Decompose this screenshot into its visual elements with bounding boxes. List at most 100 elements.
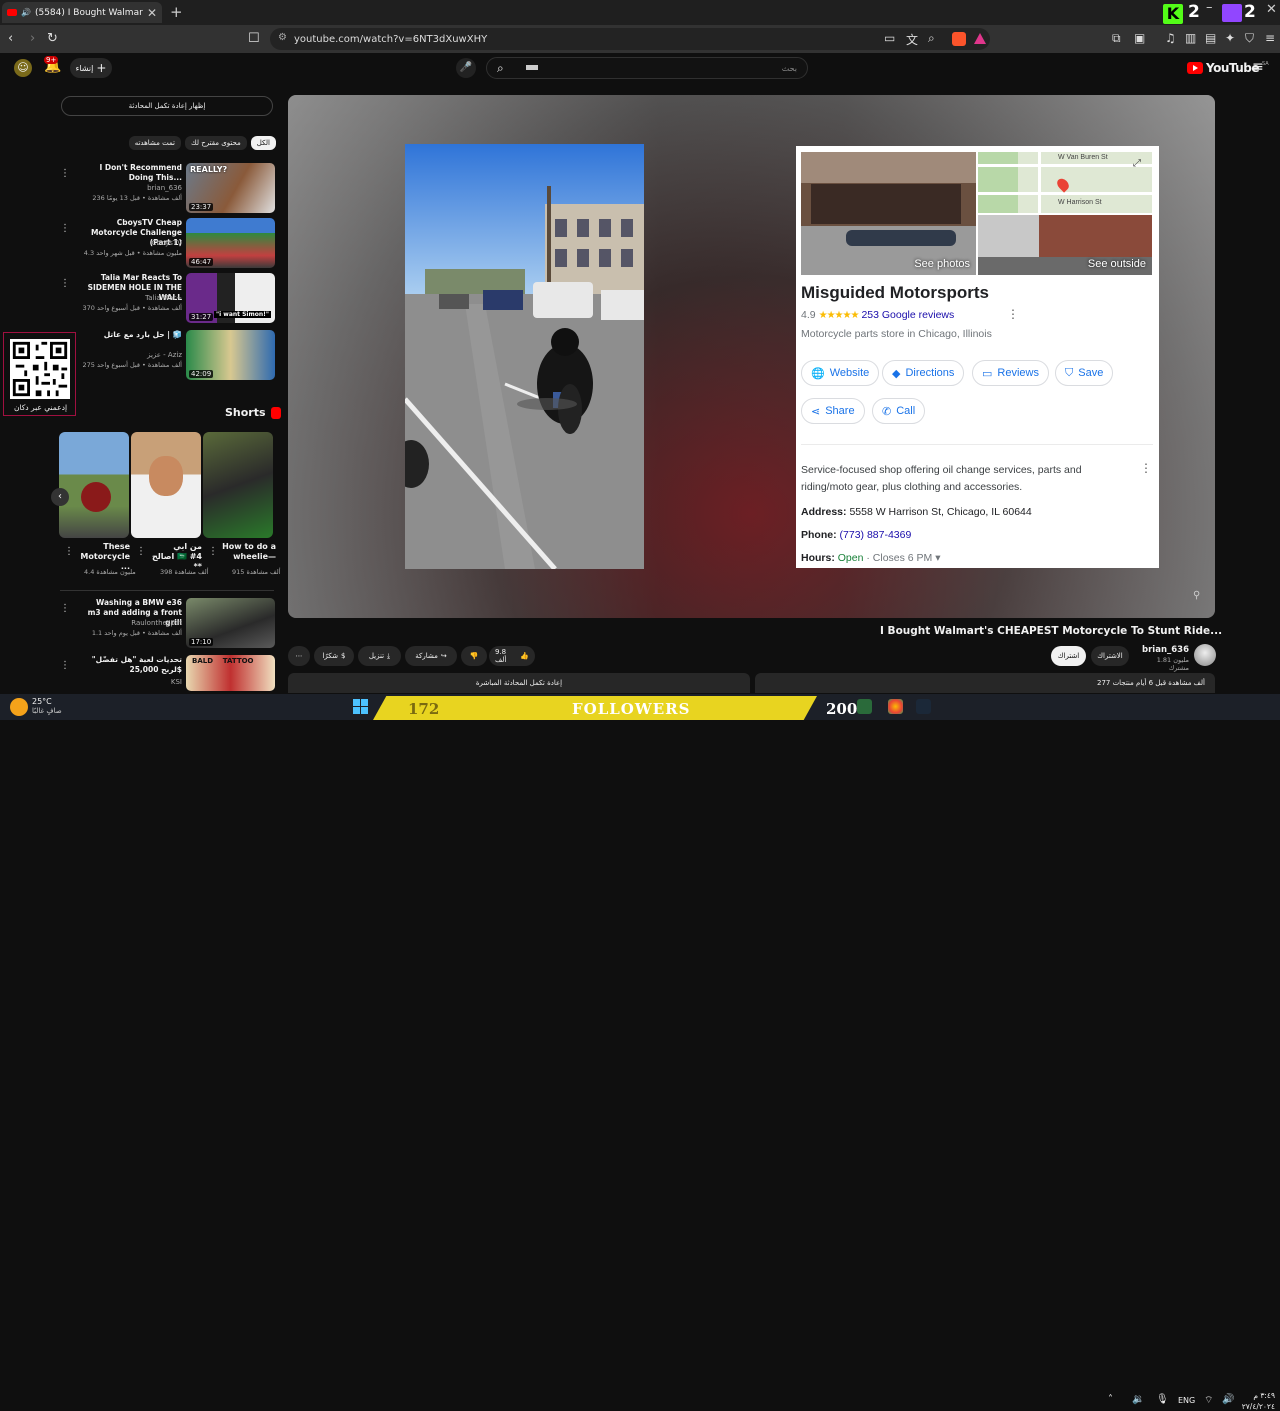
audio-icon[interactable]: 🔊 — [21, 8, 31, 17]
map-preview[interactable]: W Van Buren St W Harrison St ⤢ — [978, 152, 1152, 213]
vpn-icon[interactable]: ⛉ — [1245, 31, 1254, 46]
expand-map-icon[interactable]: ⤢ — [1133, 158, 1141, 169]
download-button[interactable]: تنزيل ⤓ — [358, 646, 401, 666]
more-options-icon[interactable]: ⋮ — [1007, 307, 1019, 321]
chevron-up-icon[interactable]: ˄ — [1108, 1394, 1113, 1405]
clock-time[interactable]: ٣:٤٩ م — [1245, 1391, 1275, 1400]
address-value[interactable]: 5558 W Harrison St, Chicago, IL 60644 — [849, 506, 1031, 518]
language-indicator[interactable]: ENG — [1178, 1396, 1195, 1405]
menu-icon[interactable]: ≡ — [1265, 31, 1275, 45]
short-item[interactable] — [131, 432, 201, 538]
wifi-icon[interactable]: ⌔ — [1204, 1394, 1213, 1407]
save-button[interactable]: ⛉ Save — [1055, 360, 1114, 386]
phone-value[interactable]: (773) 887-4369 — [840, 529, 912, 541]
description-box[interactable]: 277 ألف مشاهدة قبل 6 أيام منتجات — [755, 673, 1215, 693]
reviews-link[interactable]: 253 Google reviews — [861, 309, 954, 321]
street-photo[interactable]: See outside — [978, 215, 1152, 275]
volume-icon[interactable]: 🔉 — [1132, 1394, 1144, 1405]
search-icon[interactable]: ⌕ — [497, 61, 504, 76]
see-outside-link[interactable]: See outside — [1088, 258, 1146, 270]
call-button[interactable]: ✆ Call — [872, 398, 926, 424]
chrome-icon[interactable] — [888, 699, 903, 714]
video-thumbnail[interactable]: 46:47 — [186, 218, 275, 268]
chat-replay-bar[interactable]: إعادة تكمل المحادثة المباشرة — [288, 673, 750, 693]
video-title[interactable]: حل بارد مع عاتل | 🧊 — [82, 330, 182, 340]
video-thumbnail[interactable]: REALLY? 23:37 — [186, 163, 275, 213]
more-actions-icon[interactable]: ⋮ — [60, 278, 70, 289]
like-button[interactable]: 9.8 ألف 👍 — [489, 646, 535, 666]
more-actions-icon[interactable]: ⋮ — [60, 660, 70, 671]
chip-watched[interactable]: تمت مشاهدته — [128, 136, 181, 150]
share-button[interactable]: مشاركة ↪ — [405, 646, 457, 666]
channel-name[interactable]: عزيز - Aziz — [82, 351, 182, 359]
account-avatar[interactable]: ☺ — [14, 59, 32, 77]
voice-search-icon[interactable]: 🎤 — [456, 58, 476, 78]
app-icon[interactable] — [857, 699, 872, 714]
more-actions-icon[interactable]: ⋮ — [60, 603, 70, 614]
clock-date[interactable]: ٢٧/٤/٢٠٢٤ — [1240, 1402, 1275, 1411]
minimize-icon[interactable]: – — [1206, 0, 1213, 15]
reviews-button[interactable]: ▭ Reviews — [972, 360, 1049, 386]
recommendation-item[interactable]: 17:10 Washing a BMW e36 m3 and adding a … — [52, 598, 278, 650]
video-title[interactable]: I Don't Recommend Doing This... — [82, 163, 183, 183]
more-actions-icon[interactable]: ⋮ — [60, 168, 70, 179]
thanks-button[interactable]: شكرًا $ — [314, 646, 354, 666]
video-thumbnail[interactable]: BALD TATTOO — [186, 655, 275, 691]
leo-icon[interactable]: ✦ — [1225, 31, 1235, 45]
wallet-icon[interactable]: ▤ — [1205, 31, 1216, 45]
show-chat-replay-button[interactable]: إظهار إعادة تكمل المحادثة — [61, 96, 273, 116]
recommendation-item[interactable]: 46:47 CboysTV Cheap Motorcycle Challenge… — [52, 218, 278, 270]
more-actions-icon[interactable]: ⋮ — [208, 546, 218, 557]
zoom-icon[interactable]: ⌕ — [928, 31, 935, 46]
more-actions-button[interactable]: ⋯ — [288, 646, 310, 666]
channel-name[interactable]: Raulonthespot — [82, 619, 182, 627]
steam-icon[interactable] — [916, 699, 931, 714]
brave-shield-icon[interactable] — [952, 32, 966, 46]
browser-tab[interactable]: 🔊 (5584) I Bought Walmart's Ch ✕ — [2, 2, 162, 23]
subscribe-button[interactable]: اشتراك — [1051, 646, 1086, 666]
channel-avatar[interactable] — [1194, 644, 1216, 666]
channel-name[interactable]: brian_636 — [1135, 645, 1189, 655]
storefront-photo[interactable]: See photos — [801, 152, 976, 275]
share-button[interactable]: ⋖ Share — [801, 398, 865, 424]
channel-name[interactable]: brian_636 — [82, 184, 182, 192]
recommendation-item[interactable]: "i want Simon!" 31:27 Talia Mar Reacts T… — [52, 273, 278, 325]
sidebar-icon[interactable]: ▥ — [1185, 31, 1196, 45]
channel-name[interactable]: Talia Mar+ — [82, 294, 182, 302]
create-button[interactable]: إنشاء + — [70, 58, 112, 78]
more-actions-icon[interactable]: ⋮ — [64, 546, 74, 557]
back-icon[interactable]: ‹ — [8, 31, 13, 46]
recommendation-item[interactable]: BALD TATTOO تحديات لعبة "هل تفضّل" لربح … — [52, 655, 278, 691]
site-info-icon[interactable]: ⚙ — [278, 32, 287, 43]
video-thumbnail[interactable]: 17:10 — [186, 598, 275, 648]
chip-all[interactable]: الكل — [250, 136, 276, 150]
new-tab-button[interactable]: + — [170, 3, 183, 21]
translate-icon[interactable]: 文 — [906, 31, 918, 48]
mic-icon[interactable]: 🎙 — [1156, 1394, 1169, 1405]
video-title[interactable]: تحديات لعبة "هل تفضّل" لربح 25,000$ — [82, 655, 182, 675]
screenshot-icon[interactable]: ▣ — [1134, 31, 1145, 45]
join-button[interactable]: الاشتراك — [1091, 646, 1129, 666]
channel-name[interactable]: KSI — [82, 678, 182, 686]
see-photos-link[interactable]: See photos — [914, 258, 970, 270]
cast-icon[interactable]: ▭ — [884, 31, 895, 45]
close-tab-icon[interactable]: ✕ — [147, 6, 157, 20]
speaker-icon[interactable]: 🔊 — [1222, 1394, 1234, 1405]
shorts-prev-icon[interactable]: ‹ — [51, 488, 69, 506]
video-thumbnail[interactable]: "i want Simon!" 31:27 — [186, 273, 275, 323]
recommendation-item[interactable]: REALLY? 23:37 I Don't Recommend Doing Th… — [52, 163, 278, 215]
media-icon[interactable]: ♫ — [1165, 31, 1176, 45]
address-bar[interactable]: ⚙ youtube.com/watch?v=6NT3dXuwXHY — [270, 28, 990, 50]
directions-button[interactable]: ◆ Directions — [882, 360, 965, 386]
more-actions-icon[interactable]: ⋮ — [136, 546, 146, 557]
rewards-icon[interactable] — [974, 33, 986, 44]
short-title[interactable]: How to do a wheelie— — [222, 542, 276, 562]
reload-icon[interactable]: ↻ — [47, 31, 58, 46]
short-item[interactable] — [59, 432, 129, 538]
more-actions-icon[interactable]: ⋮ — [60, 223, 70, 234]
window-close-icon[interactable]: ✕ — [1266, 2, 1277, 17]
channel-name[interactable]: CboysTV — [82, 239, 182, 247]
hours-closes[interactable]: · Closes 6 PM ▾ — [866, 552, 940, 564]
bookmark-icon[interactable]: ☐ — [248, 31, 260, 46]
windows-start-icon[interactable] — [353, 699, 368, 714]
